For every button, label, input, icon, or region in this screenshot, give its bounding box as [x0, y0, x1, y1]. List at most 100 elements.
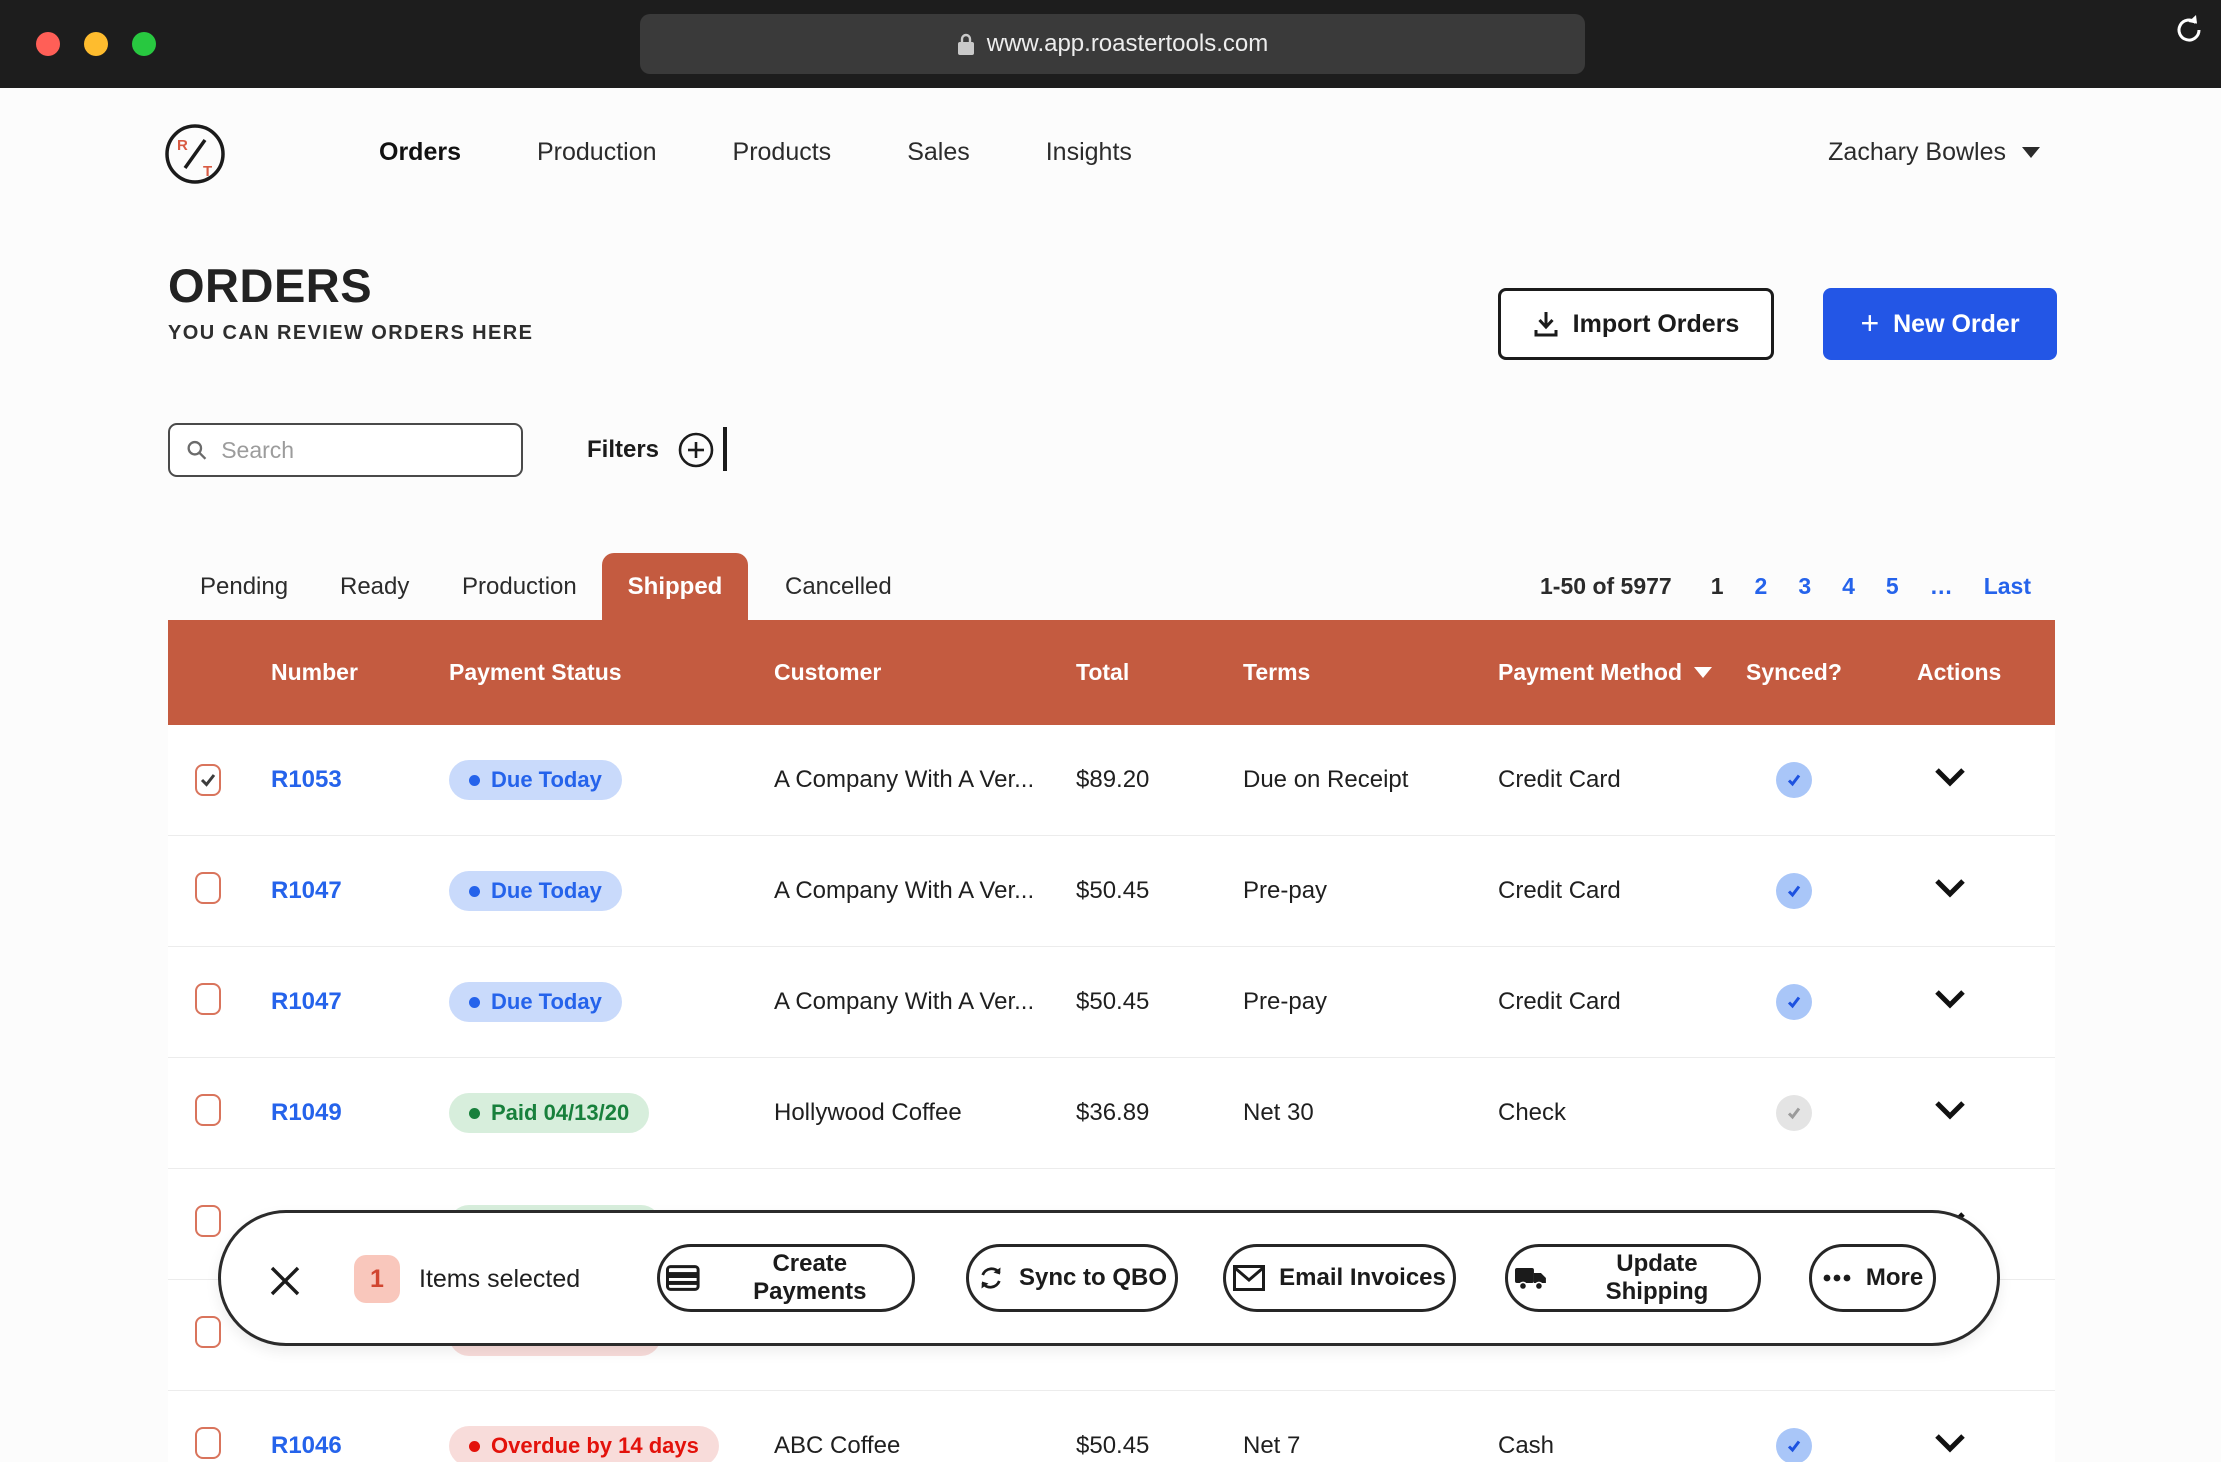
update-shipping-button[interactable]: Update Shipping — [1505, 1244, 1761, 1312]
nav-item-production[interactable]: Production — [537, 138, 657, 167]
status-dot-icon — [469, 997, 480, 1008]
search-toolbar: Filters — [168, 423, 2053, 479]
row-checkbox[interactable] — [195, 1427, 221, 1459]
sync-icon — [977, 1264, 1005, 1292]
tab-production[interactable]: Production — [462, 553, 577, 620]
total-cell: $50.45 — [1076, 1432, 1243, 1460]
table-row: R1046 Overdue by 14 days ABC Coffee $50.… — [168, 1391, 2055, 1462]
payment-method-cell: Credit Card — [1498, 988, 1746, 1016]
customer-cell: Hollywood Coffee — [774, 1099, 1076, 1127]
synced-indicator — [1776, 1428, 1812, 1462]
tab-ready[interactable]: Ready — [340, 553, 409, 620]
customer-cell: ABC Coffee — [774, 1432, 1076, 1460]
total-cell: $50.45 — [1076, 877, 1243, 905]
order-number-link[interactable]: R1049 — [271, 1099, 342, 1126]
nav-item-insights[interactable]: Insights — [1046, 138, 1132, 167]
order-number-link[interactable]: R1053 — [271, 766, 342, 793]
check-icon — [1785, 1104, 1803, 1122]
table-body: R1053 Due Today A Company With A Ver... … — [168, 725, 2055, 1462]
check-icon — [1785, 1437, 1803, 1455]
filters-label: Filters — [587, 436, 659, 464]
check-icon — [199, 771, 217, 789]
row-checkbox[interactable] — [195, 872, 221, 904]
pagination-last[interactable]: Last — [1984, 573, 2031, 600]
minimize-window-button[interactable] — [84, 32, 108, 56]
chevron-down-icon[interactable] — [1933, 878, 1967, 898]
add-filter-icon[interactable] — [677, 431, 715, 469]
chevron-down-icon — [2022, 147, 2040, 158]
col-customer: Customer — [774, 659, 1076, 686]
search-icon — [186, 438, 207, 462]
check-icon — [1785, 993, 1803, 1011]
bulk-action-bar: 1 Items selected Create Payments Sync to… — [218, 1210, 2000, 1346]
import-orders-button[interactable]: Import Orders — [1498, 288, 1774, 360]
chevron-down-icon[interactable] — [1933, 767, 1967, 787]
roastertools-logo-icon[interactable]: R T — [163, 122, 227, 186]
col-number: Number — [271, 659, 449, 686]
chevron-down-icon[interactable] — [1933, 989, 1967, 1009]
text-cursor — [723, 427, 727, 471]
nav-item-products[interactable]: Products — [733, 138, 832, 167]
synced-indicator — [1776, 1095, 1812, 1131]
sync-to-qbo-button[interactable]: Sync to QBO — [966, 1244, 1178, 1312]
filters-control[interactable]: Filters — [587, 431, 715, 469]
browser-chrome: www.app.roastertools.com — [0, 0, 2221, 88]
close-window-button[interactable] — [36, 32, 60, 56]
new-order-button[interactable]: + New Order — [1823, 288, 2057, 360]
status-dot-icon — [469, 1441, 480, 1452]
email-invoices-button[interactable]: Email Invoices — [1223, 1244, 1456, 1312]
terms-cell: Net 7 — [1243, 1432, 1498, 1460]
page-heading: ORDERS YOU CAN REVIEW ORDERS HERE — [168, 258, 533, 345]
row-checkbox[interactable] — [195, 1205, 221, 1237]
top-navigation: R T Orders Production Products Sales Ins… — [0, 120, 2221, 200]
ellipsis-icon — [1822, 1273, 1852, 1283]
status-tabs: Pending Ready Production Shipped Cancell… — [168, 553, 2055, 620]
row-checkbox[interactable] — [195, 764, 221, 796]
url-text: www.app.roastertools.com — [987, 30, 1268, 58]
pagination-page-3[interactable]: 3 — [1798, 573, 1811, 600]
nav-item-sales[interactable]: Sales — [907, 138, 970, 167]
terms-cell: Net 30 — [1243, 1099, 1498, 1127]
search-box[interactable] — [168, 423, 523, 477]
tab-cancelled[interactable]: Cancelled — [785, 553, 892, 620]
pagination-ellipsis[interactable]: … — [1930, 573, 1953, 600]
nav-item-orders[interactable]: Orders — [379, 138, 461, 167]
row-checkbox[interactable] — [195, 1094, 221, 1126]
pagination-page-4[interactable]: 4 — [1842, 573, 1855, 600]
order-number-link[interactable]: R1047 — [271, 877, 342, 904]
order-number-link[interactable]: R1046 — [271, 1432, 342, 1459]
order-number-link[interactable]: R1047 — [271, 988, 342, 1015]
pagination-page-2[interactable]: 2 — [1755, 573, 1768, 600]
create-payments-button[interactable]: Create Payments — [657, 1244, 915, 1312]
table-row: R1047 Due Today A Company With A Ver... … — [168, 947, 2055, 1058]
search-input[interactable] — [219, 436, 505, 465]
table-row: R1053 Due Today A Company With A Ver... … — [168, 725, 2055, 836]
row-checkbox[interactable] — [195, 983, 221, 1015]
main-nav: Orders Production Products Sales Insight… — [379, 138, 1132, 167]
user-menu[interactable]: Zachary Bowles — [1828, 138, 2040, 167]
credit-card-icon — [666, 1265, 700, 1291]
payment-method-cell: Credit Card — [1498, 766, 1746, 794]
tab-pending[interactable]: Pending — [200, 553, 288, 620]
mail-icon — [1233, 1265, 1265, 1291]
refresh-icon[interactable] — [2173, 14, 2205, 46]
app-screen: www.app.roastertools.com R T Orders Prod… — [0, 0, 2221, 1462]
more-actions-button[interactable]: More — [1809, 1244, 1936, 1312]
plus-icon: + — [1860, 307, 1879, 339]
selected-items-label: Items selected — [419, 1265, 580, 1294]
close-icon[interactable] — [266, 1262, 304, 1300]
chevron-down-icon[interactable] — [1933, 1100, 1967, 1120]
zoom-window-button[interactable] — [132, 32, 156, 56]
window-controls — [36, 32, 156, 56]
total-cell: $89.20 — [1076, 766, 1243, 794]
synced-indicator — [1776, 873, 1812, 909]
pagination-page-5[interactable]: 5 — [1886, 573, 1899, 600]
tab-shipped[interactable]: Shipped — [602, 553, 748, 620]
synced-indicator — [1776, 762, 1812, 798]
col-payment-method[interactable]: Payment Method — [1498, 659, 1746, 686]
customer-cell: A Company With A Ver... — [774, 877, 1076, 905]
terms-cell: Due on Receipt — [1243, 766, 1498, 794]
address-bar[interactable]: www.app.roastertools.com — [640, 14, 1585, 74]
row-checkbox[interactable] — [195, 1316, 221, 1348]
chevron-down-icon[interactable] — [1933, 1433, 1967, 1453]
